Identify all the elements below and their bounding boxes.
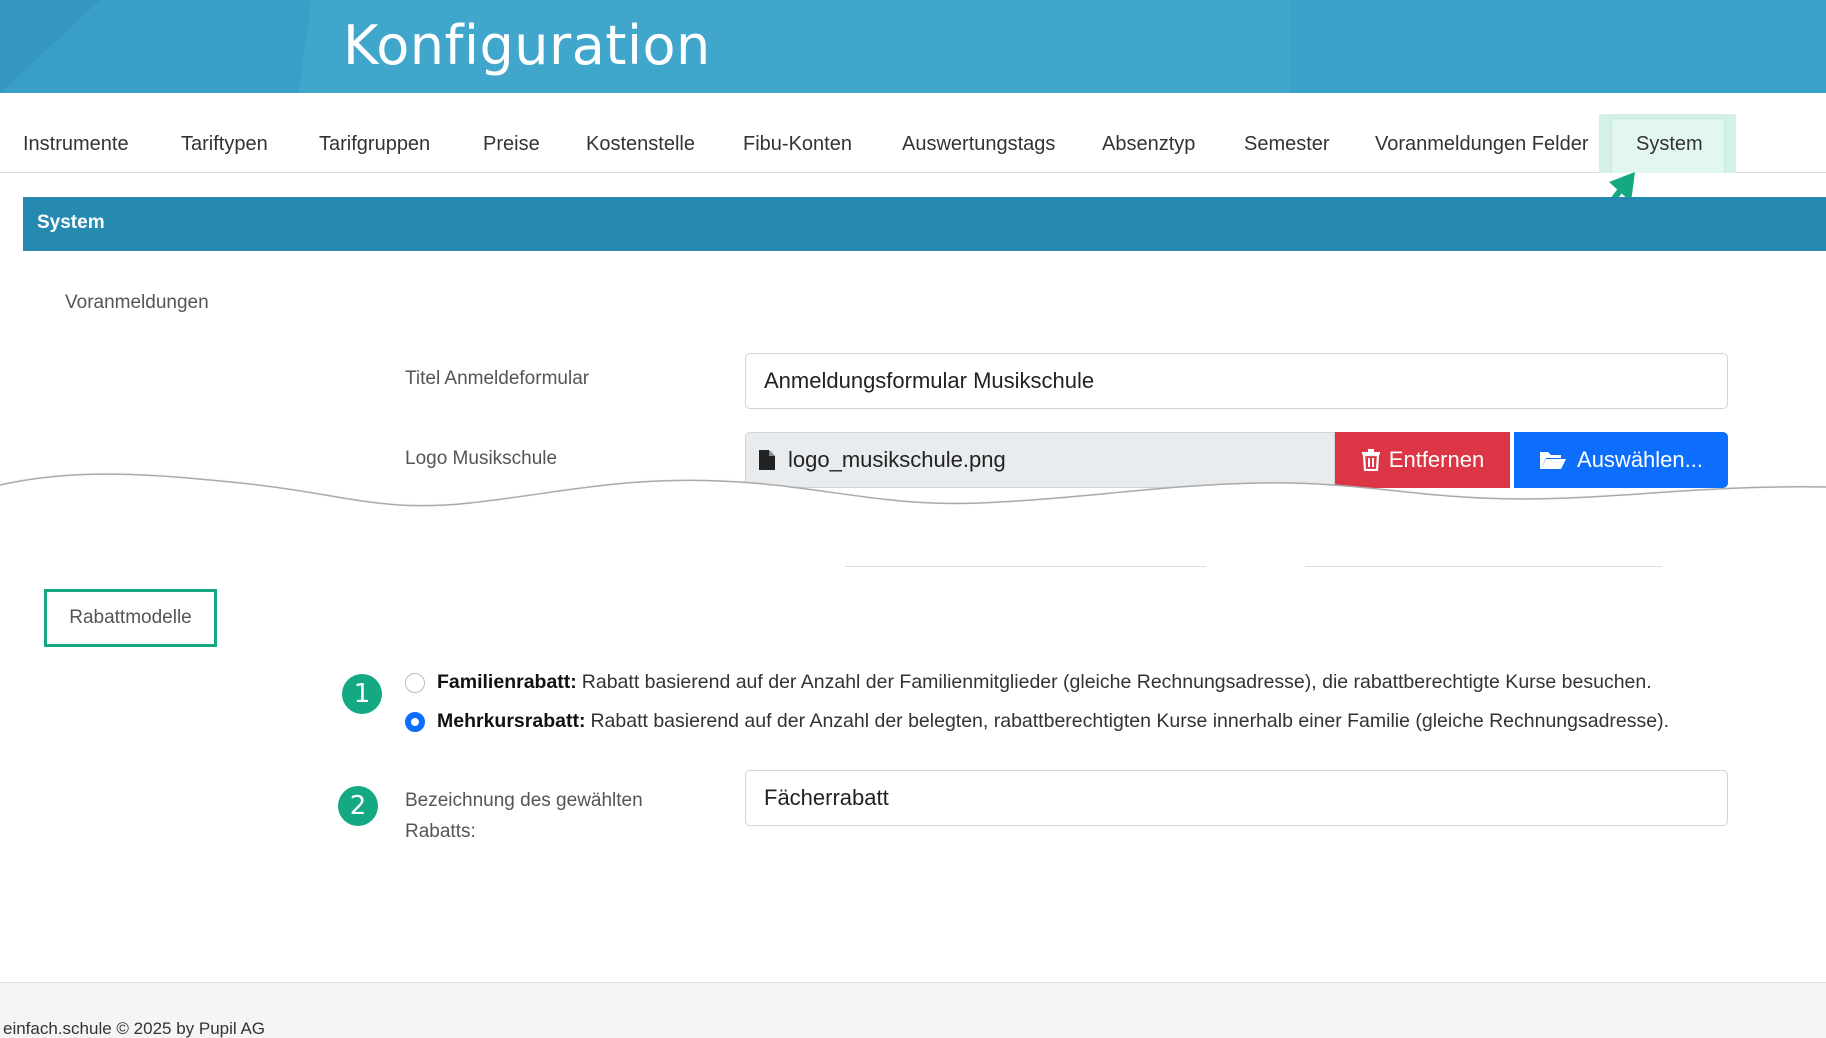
- banner-decor: [1290, 0, 1826, 93]
- step-badge-2: 2: [338, 786, 378, 826]
- cut-input-edge: [845, 566, 1206, 567]
- tab-preise[interactable]: Preise: [483, 133, 540, 156]
- cut-input-edge: [1305, 566, 1662, 567]
- radio-option-mehrkursrabatt[interactable]: Mehrkursrabatt: Rabatt basierend auf der…: [405, 710, 1669, 733]
- step-badge-1: 1: [342, 674, 382, 714]
- radio-mehrkursrabatt[interactable]: [405, 711, 425, 732]
- tab-tariftypen[interactable]: Tariftypen: [181, 133, 268, 156]
- bezeichnung-label: Bezeichnung des gewählten Rabatts:: [405, 785, 643, 847]
- familienrabatt-name: Familienrabatt:: [437, 671, 577, 693]
- tab-system[interactable]: System: [1636, 133, 1703, 156]
- tab-absenztyp[interactable]: Absenztyp: [1102, 133, 1195, 156]
- tab-fibu-konten[interactable]: Fibu-Konten: [743, 133, 852, 156]
- banner-decor: [0, 0, 100, 93]
- bezeichnung-label-line1: Bezeichnung des gewählten: [405, 790, 643, 811]
- bezeichnung-label-line2: Rabatts:: [405, 821, 476, 842]
- radio-familienrabatt[interactable]: [405, 672, 425, 693]
- bezeichnung-input[interactable]: Fächerrabatt: [745, 770, 1728, 826]
- tab-tarifgruppen[interactable]: Tarifgruppen: [319, 133, 430, 156]
- section-header: System: [23, 197, 1826, 251]
- titel-anmeldeformular-label: Titel Anmeldeformular: [405, 368, 590, 389]
- radio-option-familienrabatt[interactable]: Familienrabatt: Rabatt basierend auf der…: [405, 671, 1652, 694]
- mehrkursrabatt-name: Mehrkursrabatt:: [437, 710, 586, 732]
- rabattmodelle-heading: Rabattmodelle: [44, 589, 217, 647]
- titel-anmeldeformular-input[interactable]: Anmeldungsformular Musikschule: [745, 353, 1728, 409]
- familienrabatt-description: Rabatt basierend auf der Anzahl der Fami…: [581, 671, 1652, 693]
- tab-kostenstelle[interactable]: Kostenstelle: [586, 133, 695, 156]
- footer: einfach.schule © 2025 by Pupil AG: [0, 982, 1826, 1038]
- voranmeldungen-heading: Voranmeldungen: [65, 292, 209, 313]
- tab-instrumente[interactable]: Instrumente: [23, 133, 129, 156]
- torn-edge-divider: [0, 473, 1826, 555]
- rabattmodelle-heading-text: Rabattmodelle: [69, 607, 192, 628]
- section-title: System: [37, 212, 105, 233]
- page-title: Konfiguration: [343, 14, 711, 77]
- footer-copyright: einfach.schule © 2025 by Pupil AG: [3, 1019, 266, 1038]
- tab-semester[interactable]: Semester: [1244, 133, 1330, 156]
- tab-voranmeldungen-felder[interactable]: Voranmeldungen Felder: [1375, 133, 1588, 156]
- header-banner: Konfiguration: [0, 0, 1826, 93]
- mehrkursrabatt-description: Rabatt basierend auf der Anzahl der bele…: [590, 710, 1670, 732]
- tab-auswertungstags[interactable]: Auswertungstags: [902, 133, 1055, 156]
